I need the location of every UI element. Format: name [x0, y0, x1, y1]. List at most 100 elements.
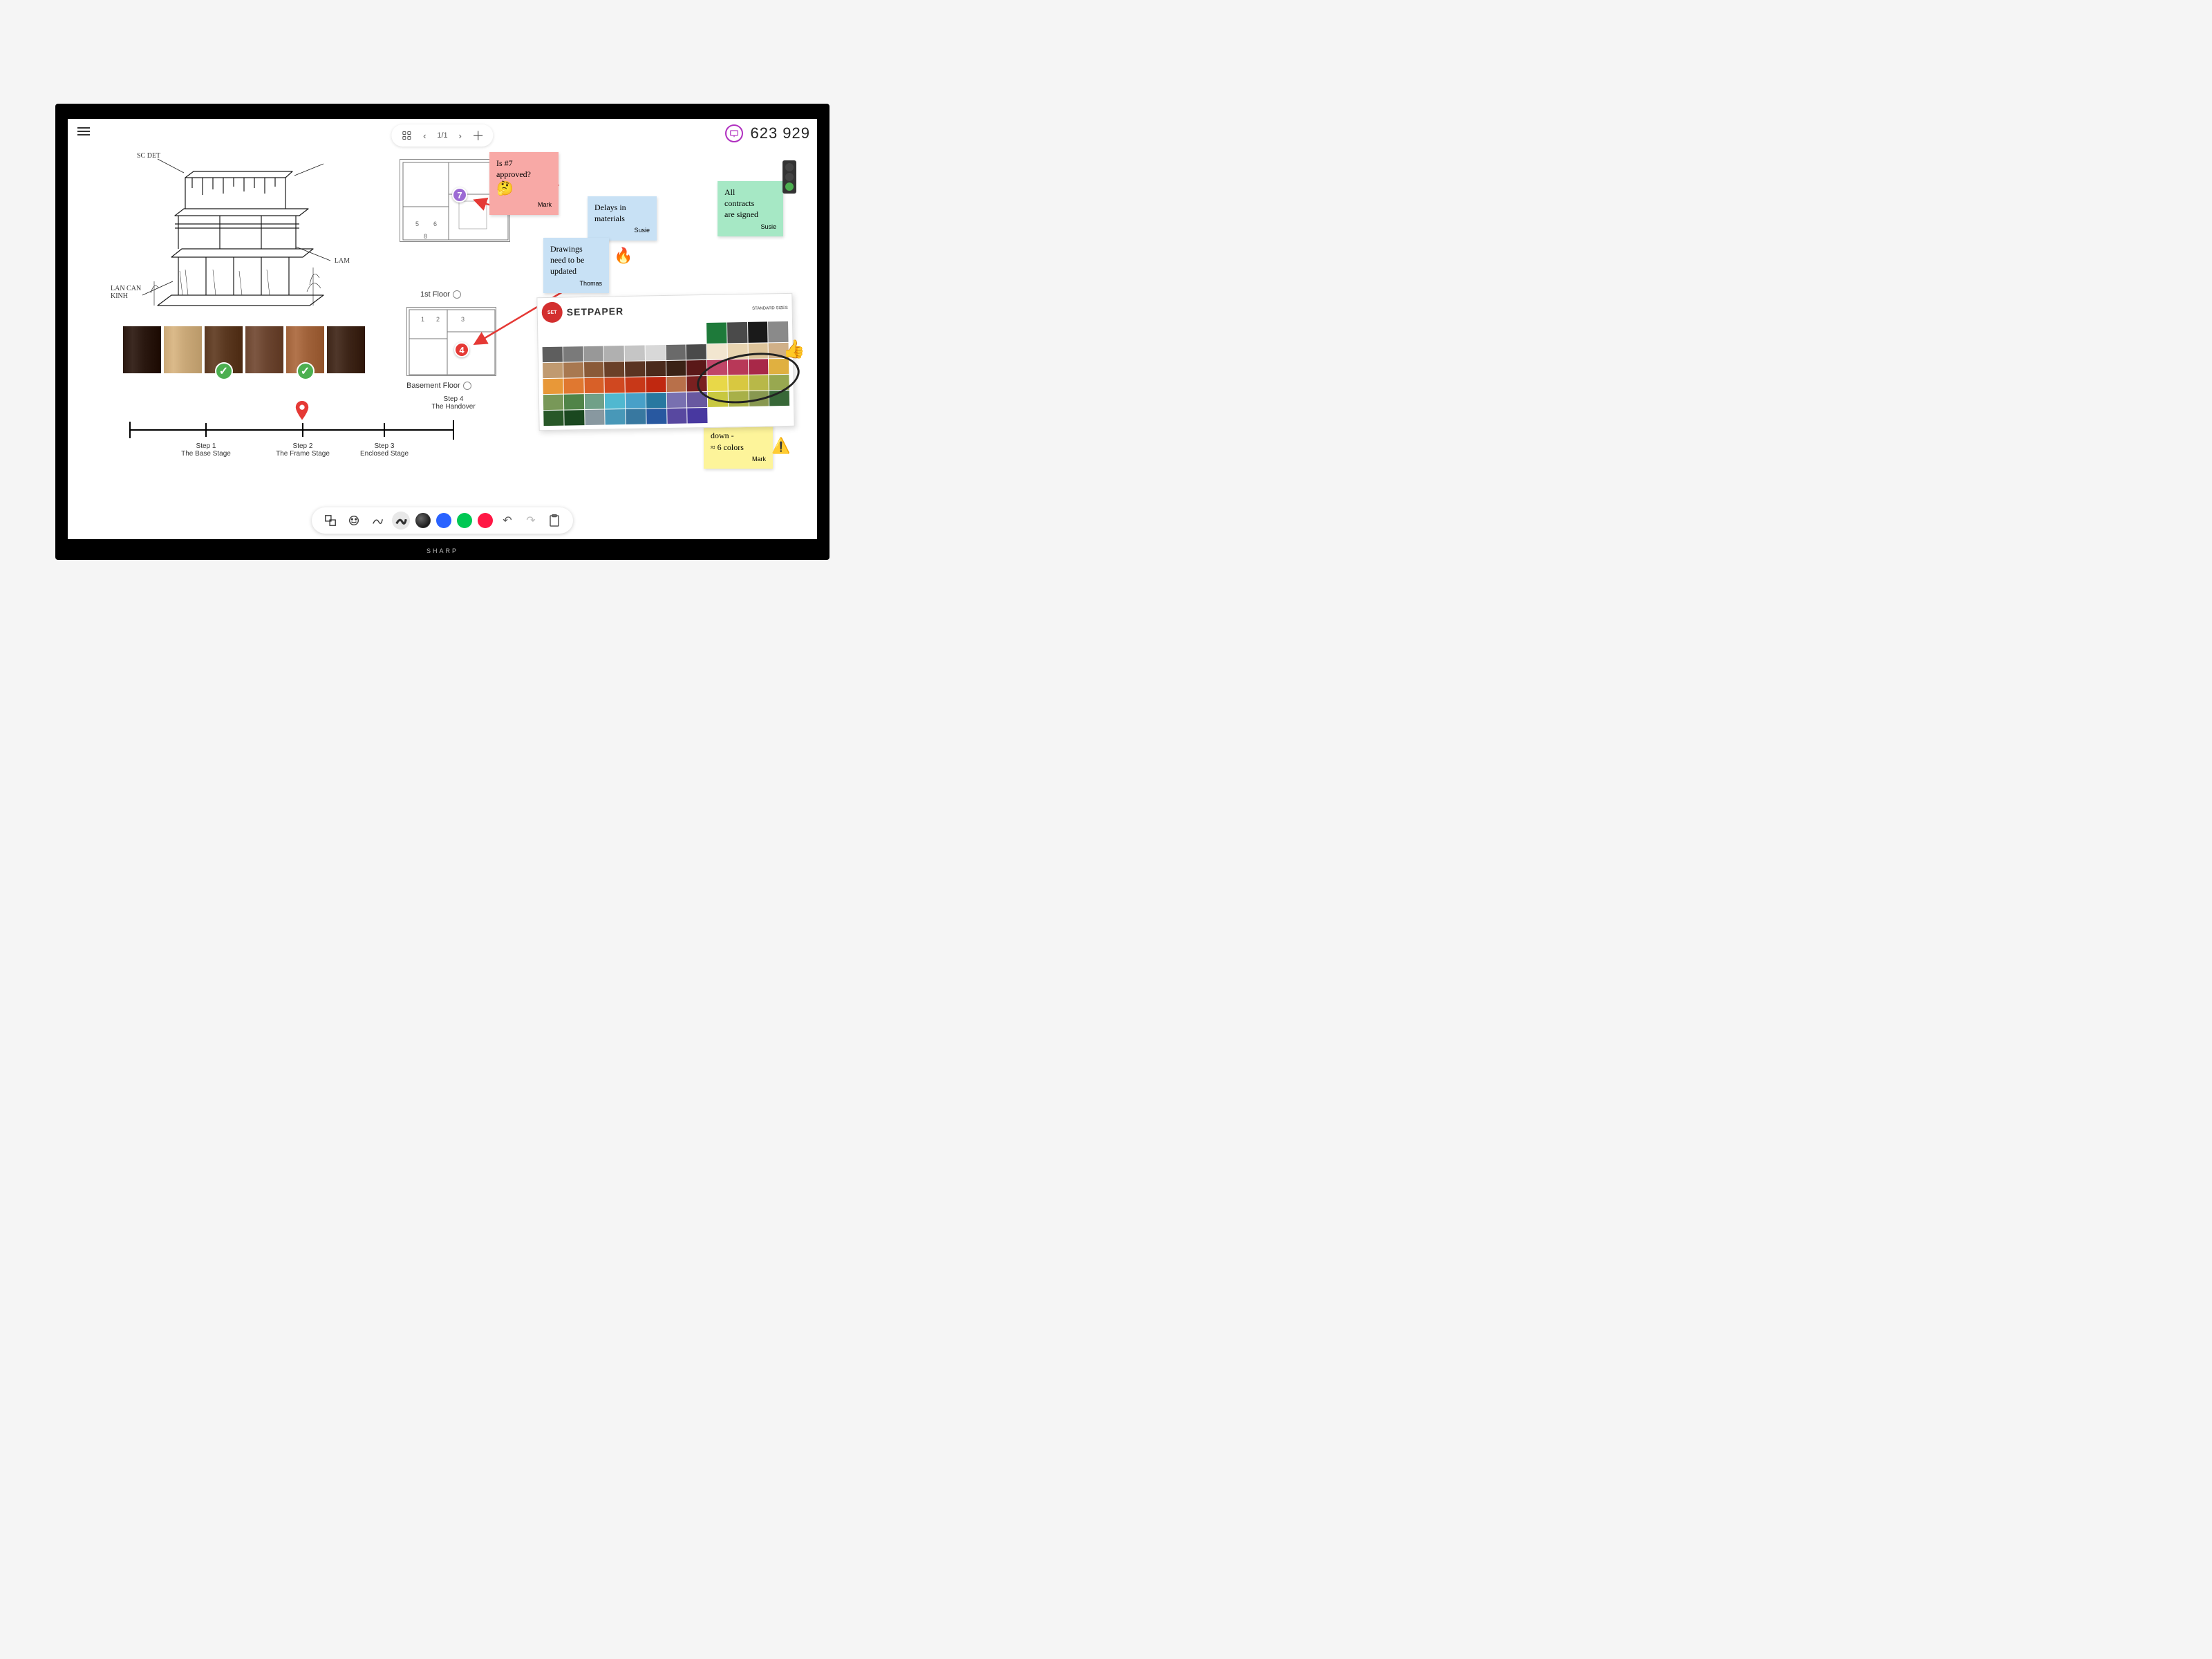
color-swatch[interactable] [605, 393, 625, 409]
sticker-icon[interactable] [345, 512, 363, 529]
color-swatch[interactable] [645, 345, 665, 360]
color-swatch[interactable] [666, 360, 686, 375]
wood-swatch[interactable] [327, 326, 365, 373]
add-page-icon[interactable]: ＋ [470, 127, 487, 144]
color-swatch[interactable] [727, 322, 747, 343]
color-swatch[interactable] [625, 346, 645, 361]
wood-swatch[interactable] [164, 326, 202, 373]
color-swatch[interactable] [666, 392, 686, 407]
color-swatch[interactable] [686, 360, 706, 375]
sticky-note[interactable]: All contracts are signedSusie [718, 181, 783, 236]
timeline-step-label: Step 1The Base Stage [171, 442, 241, 458]
color-swatch[interactable] [667, 408, 687, 423]
color-swatch[interactable] [729, 391, 749, 406]
color-swatch[interactable] [563, 362, 583, 377]
color-green[interactable] [457, 513, 472, 528]
color-swatch[interactable] [604, 362, 624, 377]
color-swatch[interactable] [605, 409, 625, 424]
redo-icon[interactable]: ↷ [522, 512, 540, 529]
color-swatch[interactable] [605, 377, 625, 393]
color-swatch[interactable] [769, 375, 789, 390]
color-swatch[interactable] [749, 375, 769, 390]
shapes-icon[interactable] [321, 512, 339, 529]
color-swatch[interactable] [646, 409, 666, 424]
color-swatch[interactable] [686, 344, 706, 359]
color-swatch[interactable] [584, 378, 604, 393]
undo-icon[interactable]: ↶ [498, 512, 516, 529]
color-swatch[interactable] [748, 359, 768, 374]
color-swatch[interactable] [728, 375, 748, 391]
color-swatch[interactable] [687, 376, 707, 391]
prev-page-icon[interactable]: ‹ [416, 127, 433, 144]
color-blue[interactable] [436, 513, 451, 528]
wood-swatch[interactable]: ✓ [205, 326, 243, 373]
clipboard-icon[interactable] [545, 512, 563, 529]
room-num: 1 [421, 316, 424, 323]
color-swatch[interactable] [728, 359, 748, 375]
sticky-note[interactable]: Is #7 approved?🤔Mark [489, 152, 559, 215]
color-swatch[interactable] [707, 344, 727, 359]
color-swatch[interactable] [687, 392, 707, 407]
color-swatch[interactable] [583, 346, 603, 362]
floor-marker-4[interactable]: 4 [454, 342, 469, 357]
top-right-controls: 623 929 [725, 124, 810, 142]
color-swatch[interactable] [646, 377, 666, 392]
canvas[interactable]: ‹ 1/1 › ＋ 623 929 [68, 119, 817, 539]
color-swatch[interactable] [748, 321, 768, 342]
color-swatch[interactable] [564, 410, 584, 425]
color-swatch[interactable] [706, 322, 727, 343]
grid-view-icon[interactable] [398, 127, 415, 144]
wood-swatch[interactable] [245, 326, 283, 373]
color-swatch[interactable] [646, 393, 666, 408]
wood-swatch[interactable]: ✓ [286, 326, 324, 373]
color-swatch[interactable] [646, 361, 666, 376]
color-swatch[interactable] [666, 376, 686, 391]
color-swatch[interactable] [604, 346, 624, 361]
color-swatch[interactable] [583, 362, 603, 377]
color-swatch[interactable] [626, 393, 646, 409]
color-swatch[interactable] [585, 410, 605, 425]
top-left-controls [75, 124, 93, 138]
color-swatch[interactable] [749, 391, 769, 406]
pen-thick-icon[interactable] [392, 512, 410, 529]
color-swatch[interactable] [543, 347, 563, 362]
rotate-icon[interactable] [463, 382, 471, 390]
color-swatch[interactable] [564, 394, 584, 409]
sticky-note[interactable]: Drawings need to be updatedThomas [543, 238, 609, 293]
present-icon[interactable] [725, 124, 743, 142]
color-swatch[interactable] [626, 409, 646, 424]
color-swatch[interactable] [584, 394, 604, 409]
whiteboard-screen: ‹ 1/1 › ＋ 623 929 [68, 119, 817, 539]
color-swatch-grid [542, 321, 789, 426]
pen-thin-icon[interactable] [368, 512, 386, 529]
color-swatch[interactable] [563, 378, 583, 393]
color-swatch[interactable] [769, 359, 789, 374]
rotate-icon[interactable] [453, 290, 461, 299]
wood-swatch[interactable] [123, 326, 161, 373]
color-swatch[interactable] [625, 377, 645, 393]
color-swatch[interactable] [543, 363, 563, 378]
next-page-icon[interactable]: › [452, 127, 469, 144]
color-swatch[interactable] [666, 344, 686, 359]
color-swatch[interactable] [625, 362, 645, 377]
color-swatch[interactable] [727, 344, 747, 359]
timeline-step-label: Step 3Enclosed Stage [350, 442, 419, 458]
chart-logo-icon: SET [541, 302, 563, 324]
sticky-note[interactable]: Delays in materialsSusie [588, 196, 657, 241]
color-swatch[interactable] [707, 359, 727, 375]
color-swatch[interactable] [748, 343, 768, 358]
color-swatch[interactable] [769, 391, 789, 406]
color-swatch[interactable] [687, 408, 707, 423]
color-chart[interactable]: SET SETPAPER STANDARD SIZES 👍 [536, 293, 794, 431]
color-swatch[interactable] [543, 395, 563, 410]
color-swatch[interactable] [543, 411, 563, 426]
color-swatch[interactable] [563, 346, 583, 362]
color-black[interactable] [415, 513, 431, 528]
color-swatch[interactable] [707, 375, 727, 391]
floor-marker-7[interactable]: 7 [452, 187, 467, 203]
floorplan-basement[interactable]: 1 2 3 4 [406, 307, 496, 376]
color-swatch[interactable] [543, 379, 563, 394]
color-swatch[interactable] [708, 391, 728, 406]
menu-icon[interactable] [75, 124, 93, 138]
color-red[interactable] [478, 513, 493, 528]
